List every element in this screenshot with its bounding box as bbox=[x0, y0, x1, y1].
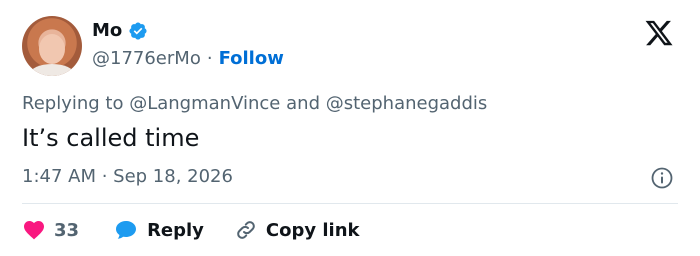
verified-badge-icon bbox=[128, 21, 148, 41]
divider bbox=[22, 203, 678, 204]
link-icon bbox=[237, 221, 255, 239]
author-handle[interactable]: @1776erMo bbox=[92, 48, 201, 69]
avatar-face bbox=[39, 34, 65, 64]
mention-link-2[interactable]: @stephanegaddis bbox=[326, 93, 488, 114]
tweet-text: It’s called time bbox=[22, 124, 200, 152]
info-icon[interactable] bbox=[650, 166, 674, 190]
reply-label: Reply bbox=[147, 219, 204, 241]
handle-separator: · bbox=[206, 48, 213, 69]
tweet-card: Mo @1776erMo · Follow Replying to @Langm… bbox=[0, 0, 700, 256]
author-handle-row: @1776erMo · Follow bbox=[92, 48, 284, 69]
reply-prefix: Replying to bbox=[22, 93, 124, 114]
like-count: 33 bbox=[54, 219, 80, 241]
author-name-row: Mo bbox=[92, 20, 148, 41]
heart-icon bbox=[24, 221, 44, 240]
mention-link-1[interactable]: @LangmanVince bbox=[129, 93, 280, 114]
reply-context: Replying to @LangmanVince and @stephaneg… bbox=[22, 93, 487, 114]
copy-link-label: Copy link bbox=[265, 219, 360, 241]
copy-link-button[interactable]: Copy link bbox=[234, 218, 360, 242]
reply-bubble-icon bbox=[116, 221, 137, 239]
avatar[interactable] bbox=[22, 16, 82, 76]
like-button[interactable]: 33 bbox=[22, 218, 79, 242]
author-name[interactable]: Mo bbox=[92, 20, 122, 41]
avatar-shirt bbox=[30, 64, 74, 76]
follow-button[interactable]: Follow bbox=[219, 48, 284, 69]
tweet-timestamp[interactable]: 1:47 AM · Sep 18, 2026 bbox=[22, 166, 233, 187]
reply-conjunction: and bbox=[286, 93, 320, 114]
reply-button[interactable]: Reply bbox=[113, 218, 204, 242]
x-logo-icon[interactable] bbox=[642, 18, 676, 48]
tweet-actions: 33 Reply Copy link bbox=[22, 216, 360, 244]
